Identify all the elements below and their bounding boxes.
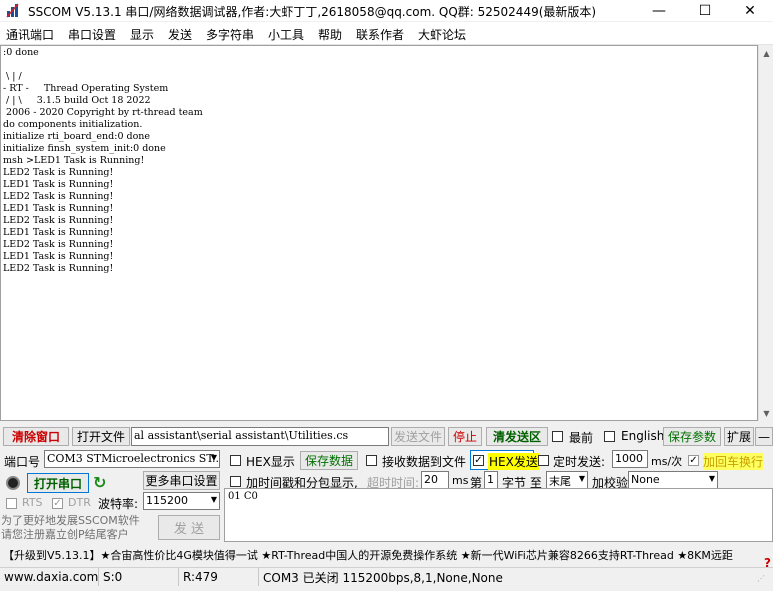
hex-display-checkbox[interactable]	[230, 455, 241, 466]
port-select[interactable]: COM3 STMicroelectronics ST... ▼	[44, 450, 220, 468]
byte-start-input[interactable]: 1	[484, 471, 498, 489]
clear-window-button[interactable]: 清除窗口	[3, 427, 69, 446]
app-logo-icon	[6, 3, 19, 18]
maximize-button[interactable]: ☐	[682, 0, 728, 21]
save-params-button[interactable]: 保存参数	[663, 427, 721, 446]
rts-checkbox[interactable]	[6, 498, 17, 509]
rts-label: RTS	[22, 496, 43, 509]
chevron-down-icon: ▼	[708, 474, 715, 483]
byte-end-select[interactable]: 末尾 ▼	[546, 471, 588, 489]
send-input[interactable]: 01 C0	[224, 488, 773, 542]
add-crlf-label: 加回车换行	[703, 453, 764, 470]
save-data-button[interactable]: 保存数据	[300, 451, 358, 470]
topmost-label: 最前	[569, 431, 594, 445]
menu-display[interactable]: 显示	[130, 26, 154, 43]
baud-select[interactable]: 115200 ▼	[143, 492, 220, 510]
english-checkbox[interactable]	[604, 431, 615, 442]
more-serial-settings-button[interactable]: 更多串口设置	[143, 471, 220, 490]
hex-send-checkbox[interactable]	[473, 455, 484, 466]
send-file-button[interactable]: 发送文件	[391, 427, 445, 446]
menu-help[interactable]: 帮助	[318, 26, 342, 43]
baud-value: 115200	[146, 494, 188, 507]
menu-multi-string[interactable]: 多字符串	[206, 26, 254, 43]
minimize-button[interactable]: —	[636, 0, 682, 21]
status-sent-count: S:0	[98, 568, 179, 586]
status-received-count: R:479	[178, 568, 259, 586]
open-port-button[interactable]: 打开串口	[27, 473, 89, 493]
port-value: COM3 STMicroelectronics ST...	[47, 452, 220, 465]
register-promo-text[interactable]: 为了更好地发展SSCOM软件 请您注册嘉立创P结尾客户	[1, 514, 151, 542]
recv-to-file-checkbox[interactable]	[366, 455, 377, 466]
status-port-state: COM3 已关闭 115200bps,8,1,None,None	[258, 568, 563, 586]
refresh-icon[interactable]: ↻	[93, 474, 111, 492]
english-label: English	[621, 429, 665, 443]
timed-send-checkbox[interactable]	[538, 455, 549, 466]
send-button[interactable]: 发 送	[158, 515, 220, 540]
send-text: 01 C0	[228, 491, 258, 502]
ad-text[interactable]: 【升级到V5.13.1】★合宙高性价比4G模块值得一试 ★RT-Thread中国…	[3, 547, 773, 563]
timed-send-label: 定时发送:	[553, 455, 606, 469]
add-crlf-checkbox[interactable]	[688, 455, 699, 466]
scroll-up-icon[interactable]: ▲	[759, 45, 773, 61]
stop-button[interactable]: 停止	[448, 427, 482, 446]
scroll-down-icon[interactable]: ▼	[759, 405, 773, 421]
timeout-unit-label: ms	[452, 474, 469, 487]
byte-end-value: 末尾	[549, 475, 571, 488]
interval-input[interactable]: 1000	[612, 450, 648, 468]
checksum-select[interactable]: None ▼	[628, 471, 718, 489]
chevron-down-icon: ▼	[210, 453, 217, 462]
file-path-input[interactable]: al assistant\serial assistant\Utilities.…	[131, 427, 389, 446]
chevron-down-icon: ▼	[210, 495, 217, 504]
hex-send-label: HEX发送	[488, 453, 539, 470]
status-site[interactable]: www.daxia.com	[0, 568, 98, 586]
menu-contact-author[interactable]: 联系作者	[356, 26, 404, 43]
dtr-checkbox[interactable]	[52, 498, 63, 509]
chevron-down-icon: ▼	[578, 474, 585, 483]
clear-send-button[interactable]: 清发送区	[486, 427, 548, 446]
topmost-checkbox[interactable]	[552, 431, 563, 442]
interval-unit-label: ms/次	[651, 455, 683, 468]
expand-button[interactable]: 扩展	[724, 427, 754, 446]
open-file-button[interactable]: 打开文件	[72, 427, 130, 446]
menu-comm-port[interactable]: 通讯端口	[6, 26, 54, 43]
receive-area[interactable]: :0 done \ | / - RT - Thread Operating Sy…	[0, 45, 758, 421]
resize-grip-icon[interactable]: ⋰	[757, 574, 771, 588]
port-status-indicator-icon	[6, 476, 20, 490]
receive-scrollbar[interactable]: ▲ ▼	[758, 45, 773, 421]
menu-forum[interactable]: 大虾论坛	[418, 26, 466, 43]
dtr-label: DTR	[68, 496, 91, 509]
baud-label: 波特率:	[98, 497, 139, 511]
menu-send[interactable]: 发送	[168, 26, 192, 43]
timeout-input[interactable]: 20	[421, 471, 449, 489]
recv-to-file-label: 接收数据到文件	[382, 455, 467, 469]
port-label: 端口号	[4, 455, 41, 469]
collapse-button[interactable]: —	[755, 427, 773, 446]
window-title: SSCOM V5.13.1 串口/网络数据调试器,作者:大虾丁丁,2618058…	[28, 5, 597, 19]
menu-serial-settings[interactable]: 串口设置	[68, 26, 116, 43]
checksum-value: None	[631, 473, 660, 486]
hex-display-label: HEX显示	[246, 455, 295, 469]
close-button[interactable]: ✕	[727, 0, 773, 21]
add-timestamp-checkbox[interactable]	[230, 476, 241, 487]
menu-tools[interactable]: 小工具	[268, 26, 304, 43]
receive-text: :0 done \ | / - RT - Thread Operating Sy…	[3, 47, 203, 274]
